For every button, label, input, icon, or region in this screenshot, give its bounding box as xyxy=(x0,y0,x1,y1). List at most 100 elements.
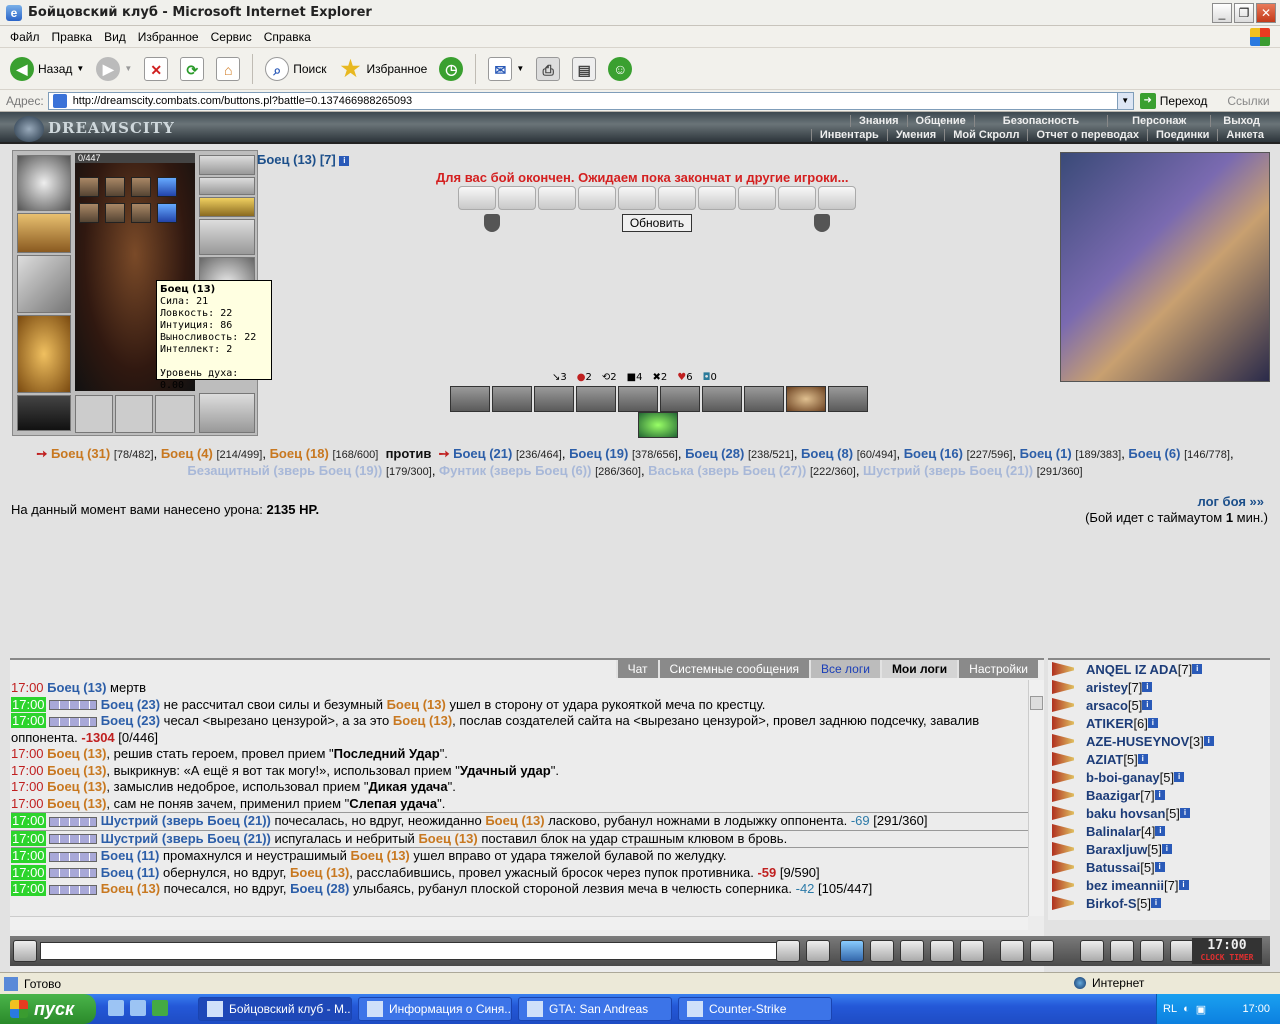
info-icon[interactable]: i xyxy=(1161,844,1172,854)
user-item[interactable]: arsaco [5] i xyxy=(1048,696,1270,714)
fighter-link[interactable]: Боец (28) xyxy=(685,446,744,461)
tray-icon[interactable]: ▣ xyxy=(1196,1003,1206,1016)
user-item[interactable]: Baraxljuw [5] i xyxy=(1048,840,1270,858)
scroll-slot[interactable] xyxy=(738,186,776,210)
menu-file[interactable]: Файл xyxy=(4,30,46,44)
links-button[interactable]: Ссылки xyxy=(1227,94,1269,108)
edit-button[interactable]: ▤ xyxy=(568,55,600,83)
exit-icon[interactable] xyxy=(1170,940,1194,962)
shield-icon[interactable] xyxy=(960,940,984,962)
scroll-slot[interactable] xyxy=(658,186,696,210)
skill-button[interactable] xyxy=(828,386,868,412)
forward-button[interactable]: ▶ ▼ xyxy=(92,55,136,83)
empty-slot[interactable] xyxy=(155,395,195,433)
bag-icon[interactable] xyxy=(1080,940,1104,962)
fighter-link[interactable]: Боец (6) xyxy=(1128,446,1180,461)
filter-icon[interactable] xyxy=(840,940,864,962)
fight-icon[interactable] xyxy=(900,940,924,962)
amulet-slot[interactable] xyxy=(199,155,255,175)
tab-chat[interactable]: Чат xyxy=(615,660,658,678)
tray-icon[interactable]: ◐ xyxy=(1183,1003,1190,1015)
scroll-slot[interactable] xyxy=(698,186,736,210)
gloves-slot[interactable] xyxy=(199,219,255,255)
scroll-slot[interactable] xyxy=(458,186,496,210)
user-item[interactable]: Batussai [5] i xyxy=(1048,858,1270,876)
menu-view[interactable]: Вид xyxy=(98,30,132,44)
item-slot[interactable] xyxy=(157,177,177,197)
battle-log-link[interactable]: лог боя »» xyxy=(1197,494,1264,509)
nav-inventory[interactable]: Инвентарь xyxy=(810,129,887,141)
send-icon[interactable] xyxy=(776,940,800,962)
task-info[interactable]: Информация о Синя... xyxy=(358,997,512,1021)
search-button[interactable]: ⌕ Поиск xyxy=(261,55,330,83)
fighter-title[interactable]: Боец (13) [7] i xyxy=(257,152,350,167)
lock-icon[interactable] xyxy=(1140,940,1164,962)
menu-help[interactable]: Справка xyxy=(258,30,317,44)
scroll-slot[interactable] xyxy=(578,186,616,210)
scroll-slot[interactable] xyxy=(538,186,576,210)
mail-button[interactable]: ✉ ▼ xyxy=(484,55,528,83)
info-icon[interactable]: i xyxy=(1179,808,1190,818)
print-button[interactable]: ⎙ xyxy=(532,55,564,83)
empty-slot[interactable] xyxy=(115,395,153,433)
info-icon[interactable]: i xyxy=(1174,772,1185,782)
info-icon[interactable]: i xyxy=(1155,826,1166,836)
item-slot[interactable] xyxy=(105,177,125,197)
boots-slot[interactable] xyxy=(199,393,255,433)
nav-exit[interactable]: Выход xyxy=(1210,115,1272,127)
forward-dropdown-icon[interactable]: ▼ xyxy=(124,64,132,73)
save-icon[interactable] xyxy=(870,940,894,962)
nav-my-scroll[interactable]: Мой Скролл xyxy=(944,129,1027,141)
tab-my-logs[interactable]: Мои логи xyxy=(879,660,958,678)
user-item[interactable]: Birkof-S [5] i xyxy=(1048,894,1270,912)
menu-edit[interactable]: Правка xyxy=(46,30,99,44)
task-gta[interactable]: GTA: San Andreas xyxy=(518,997,672,1021)
info-icon[interactable]: i xyxy=(1203,736,1214,746)
scroll-slot[interactable] xyxy=(498,186,536,210)
smile-icon[interactable] xyxy=(1000,940,1024,962)
refresh-button[interactable]: ⟳ xyxy=(176,55,208,83)
info-icon[interactable]: i xyxy=(1151,898,1162,908)
nav-character[interactable]: Персонаж xyxy=(1107,115,1210,127)
info-icon[interactable]: i xyxy=(1154,862,1165,872)
fighter-link[interactable]: Боец (18) xyxy=(270,446,329,461)
log-vertical-scrollbar[interactable] xyxy=(1028,680,1044,916)
skill-button[interactable] xyxy=(702,386,742,412)
back-dropdown-icon[interactable]: ▼ xyxy=(76,64,84,73)
fight2-icon[interactable] xyxy=(930,940,954,962)
info-icon[interactable]: i xyxy=(1142,700,1153,710)
item-slot[interactable] xyxy=(131,177,151,197)
address-dropdown-icon[interactable]: ▼ xyxy=(1116,92,1133,109)
outlook-quicklaunch-icon[interactable] xyxy=(130,1000,146,1016)
nav-communication[interactable]: Общение xyxy=(906,115,974,127)
skill-button[interactable] xyxy=(786,386,826,412)
item-slot[interactable] xyxy=(79,177,99,197)
home-button[interactable]: ⌂ xyxy=(212,55,244,83)
tab-settings[interactable]: Настройки xyxy=(957,660,1038,678)
menu-tools[interactable]: Сервис xyxy=(205,30,258,44)
history-button[interactable]: ◷ xyxy=(435,55,467,83)
chat-menu-icon[interactable] xyxy=(13,940,37,962)
fighter-link[interactable]: Боец (4) xyxy=(161,446,213,461)
helmet-slot[interactable] xyxy=(17,155,71,211)
tab-system-messages[interactable]: Системные сообщения xyxy=(657,660,810,678)
user-item[interactable]: baku hovsan [5] i xyxy=(1048,804,1270,822)
nav-skills[interactable]: Умения xyxy=(886,129,944,141)
tools-icon[interactable] xyxy=(1110,940,1134,962)
stop-button[interactable]: ✕ xyxy=(140,55,172,83)
item-slot[interactable] xyxy=(131,203,151,223)
tab-all-logs[interactable]: Все логи xyxy=(809,660,880,678)
desktop-quicklaunch-icon[interactable] xyxy=(152,1000,168,1016)
beast-link[interactable]: Шустрий (зверь Боец (21)) xyxy=(863,463,1033,478)
messenger-button[interactable]: ☺ xyxy=(604,55,636,83)
weapon-slot[interactable] xyxy=(17,255,71,313)
skill-button[interactable] xyxy=(744,386,784,412)
ie-quicklaunch-icon[interactable] xyxy=(108,1000,124,1016)
favorites-button[interactable]: ★ Избранное xyxy=(335,55,432,83)
scroll-slot[interactable] xyxy=(778,186,816,210)
fighter-link[interactable]: Боец (21) xyxy=(453,446,512,461)
user-item[interactable]: Baazigar [7] i xyxy=(1048,786,1270,804)
user-item[interactable]: bez imeannii [7] i xyxy=(1048,876,1270,894)
item-slot[interactable] xyxy=(79,203,99,223)
menu-favorites[interactable]: Избранное xyxy=(132,30,205,44)
